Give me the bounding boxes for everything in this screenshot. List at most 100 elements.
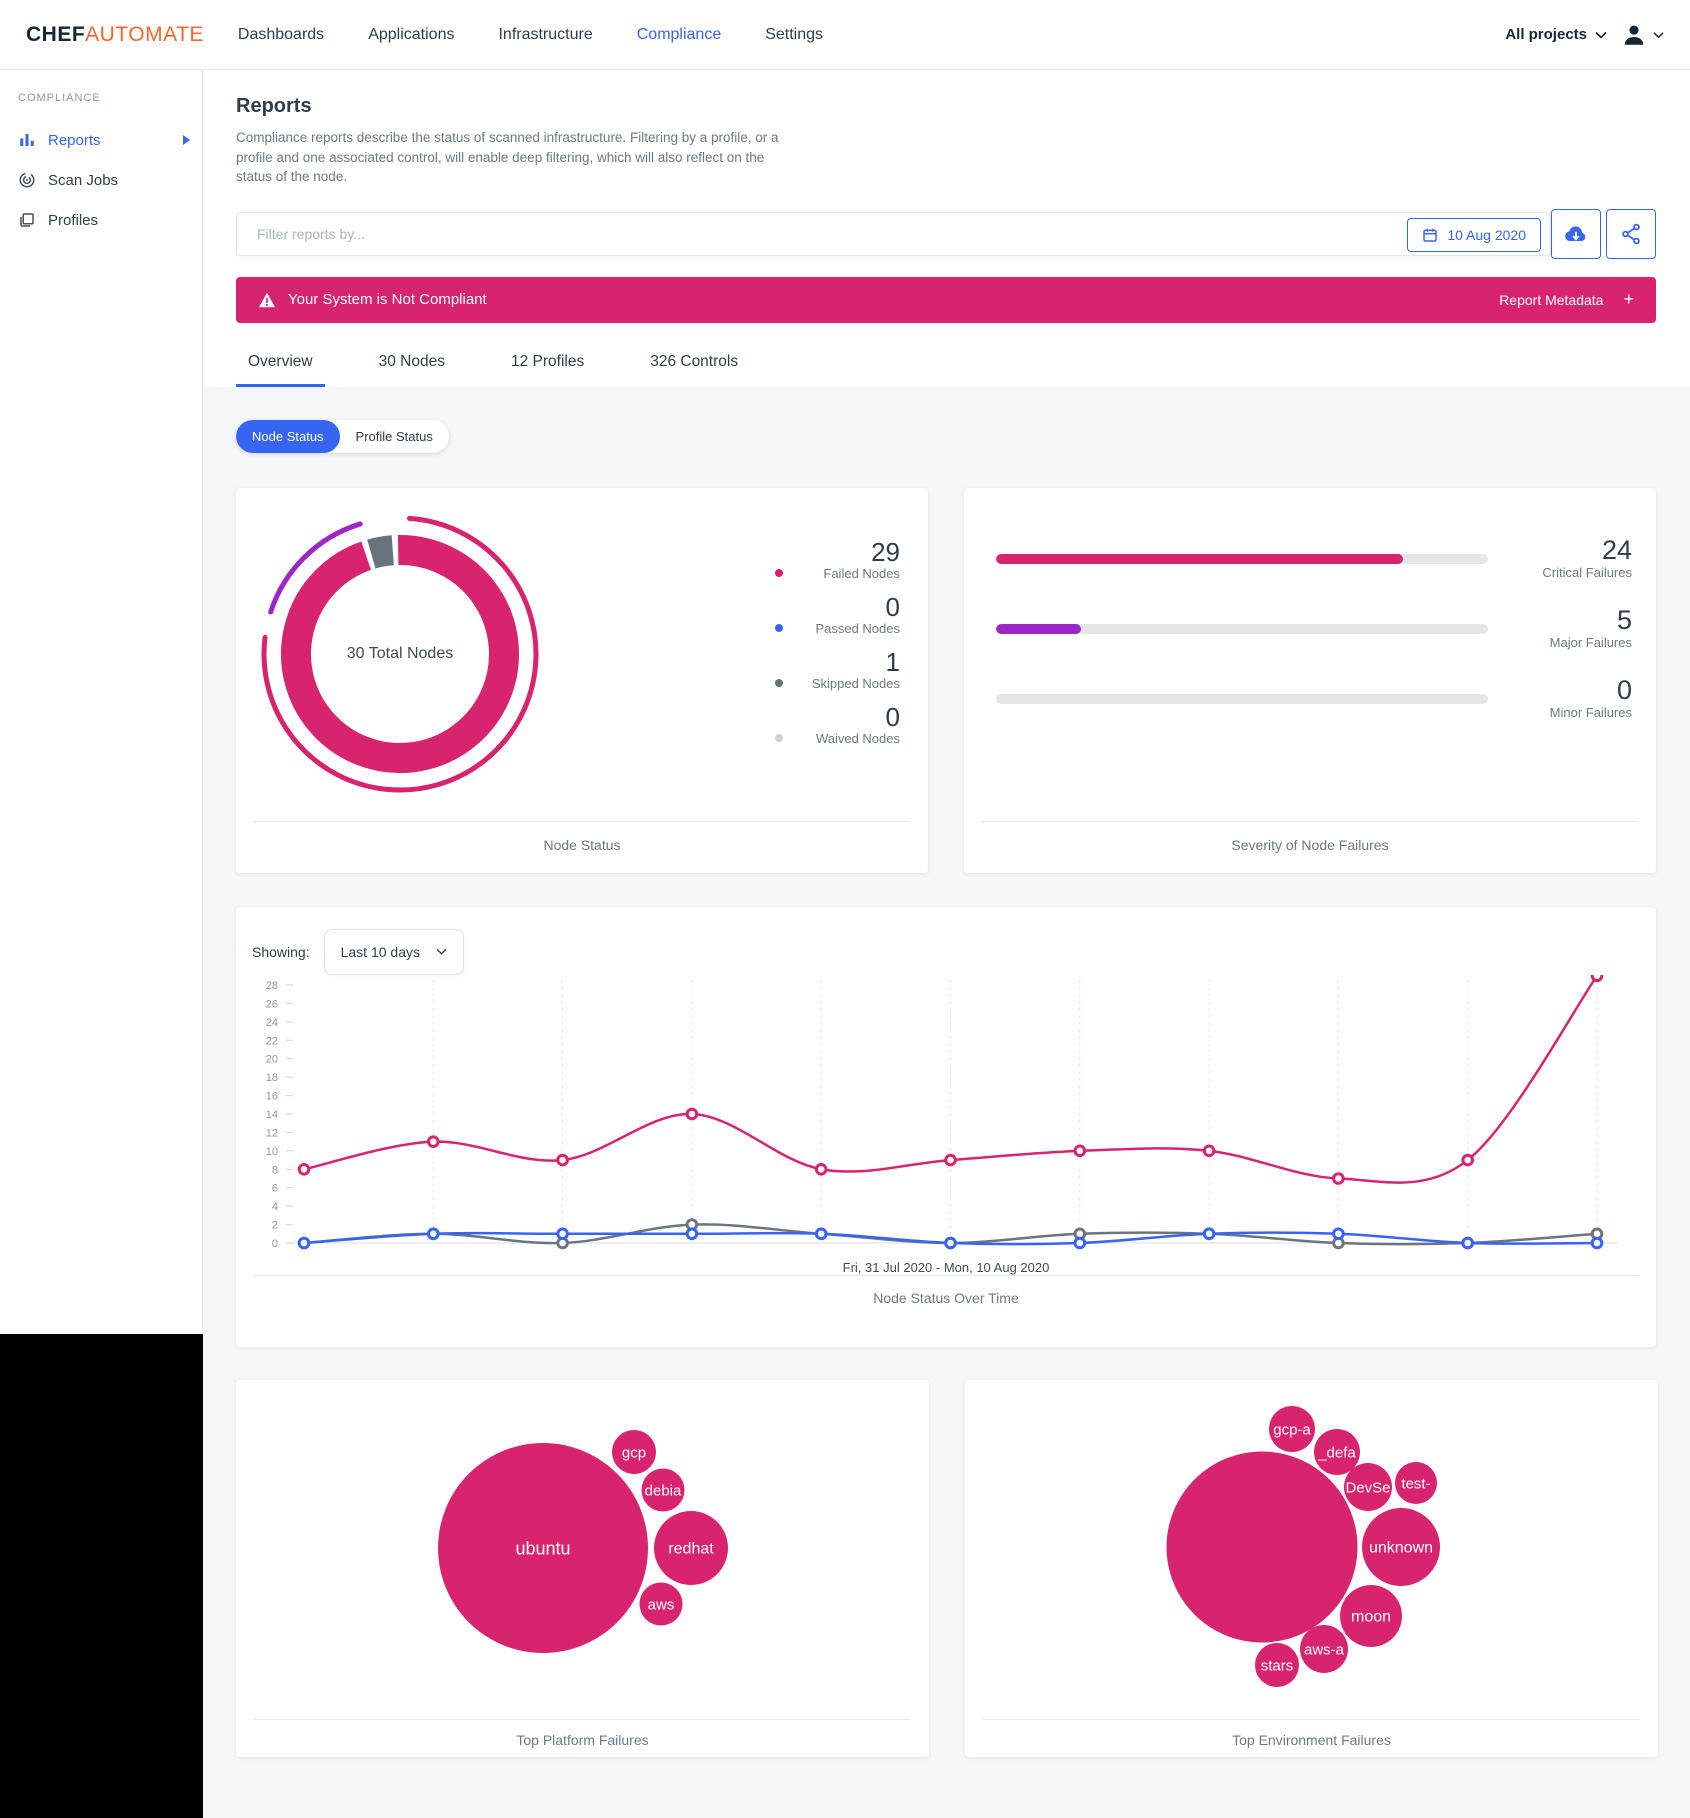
bubble-aws[interactable]: aws [640,1582,683,1625]
bubble-gcp[interactable]: gcp [612,1430,656,1474]
projects-dropdown[interactable]: All projects [1505,26,1607,43]
svg-text:8: 8 [272,1164,278,1176]
bubble-debia[interactable]: debia [642,1468,685,1511]
bubble-DevSe[interactable]: DevSe [1344,1463,1392,1511]
tab-overview[interactable]: Overview [236,343,325,387]
severity-bar-track [996,554,1488,564]
bubble-gcp-a[interactable]: gcp-a [1269,1406,1315,1452]
sidebar-item-label: Reports [48,132,101,149]
date-picker-button[interactable]: 10 Aug 2020 [1407,218,1541,252]
toggle-node-status[interactable]: Node Status [236,420,340,453]
legend-label: Passed Nodes [815,621,900,637]
bubble-label: _defa [1317,1444,1356,1461]
bubble-aws-a[interactable]: aws-a [1300,1625,1348,1673]
severity-value: 0 [1617,676,1632,705]
dashboard-area: Node StatusProfile Status 30 Total Nodes… [203,387,1690,1818]
main-content: Reports Compliance reports describe the … [203,70,1690,1818]
report-metadata-label: Report Metadata [1499,292,1603,308]
toggle-profile-status[interactable]: Profile Status [340,420,449,453]
warning-icon [258,292,276,308]
severity-label: Minor Failures [1550,705,1632,721]
environment-failures-bubble-chart[interactable]: gcp-a_defa DevSe test-unknown moonaws-a star… [965,1380,1658,1714]
bubble-ubuntu[interactable]: ubuntu [438,1443,648,1653]
bubble-label: moon [1351,1608,1391,1625]
logo-automate: AUTOMATE [85,23,204,47]
tab-30-nodes[interactable]: 30 Nodes [367,343,457,387]
svg-text:12: 12 [266,1127,278,1139]
svg-text:14: 14 [266,1109,278,1121]
legend-row-passed-nodes: 0Passed Nodes [775,593,900,637]
legend-label: Failed Nodes [823,566,900,582]
svg-text:16: 16 [266,1090,278,1102]
bubble-_defa[interactable]: _defa [1314,1429,1360,1475]
report-tabs: Overview 30 Nodes 12 Profiles 326 Controls [236,343,1656,387]
sidebar: COMPLIANCE Reports Scan Jobs Profiles [0,70,203,1334]
bubble-label: stars [1261,1657,1294,1674]
legend-dot-icon [775,624,783,632]
bubble-unlabeled[interactable] [1167,1451,1358,1642]
top-nav: CHEFAUTOMATE Dashboards Applications Infra… [0,0,1690,70]
compliance-alert-banner: Your System is Not Compliant Report Meta… [236,277,1656,323]
bubble-test-[interactable]: test- [1395,1462,1437,1504]
user-menu[interactable] [1621,22,1664,48]
bubble-label: debia [645,1482,682,1499]
sidebar-item-label: Scan Jobs [48,172,118,189]
legend-label: Skipped Nodes [812,676,900,692]
bubble-redhat[interactable]: redhat [654,1511,728,1585]
severity-label: Major Failures [1550,635,1632,651]
share-report-button[interactable] [1606,209,1656,259]
bubble-label: test- [1401,1475,1430,1492]
bubble-stars[interactable]: stars [1255,1643,1299,1687]
chef-automate-logo[interactable]: CHEFAUTOMATE [26,23,204,47]
nav-item-compliance[interactable]: Compliance [637,26,721,44]
severity-bar-fill [996,554,1403,564]
bubble-unknown[interactable]: unknown [1362,1508,1440,1586]
page-description: Compliance reports describe the status o… [236,128,802,187]
severity-bar-fill [996,624,1081,634]
node-status-line-chart[interactable]: 0246810121416182022242628 [236,975,1654,1260]
node-status-donut-chart[interactable] [260,514,540,794]
filter-reports-input[interactable]: Filter reports by... 10 Aug 2020 [236,212,1551,256]
bubble-label: aws [648,1596,675,1613]
legend-label: Waived Nodes [816,731,900,747]
report-metadata-toggle[interactable]: Report Metadata + [1499,289,1634,310]
chevron-down-icon [436,948,447,955]
svg-text:18: 18 [266,1072,278,1084]
environment-card-title: Top Environment Failures [983,1719,1640,1762]
download-report-button[interactable] [1551,209,1601,259]
caret-right-icon [182,132,190,149]
legend-value: 1 [886,648,900,676]
status-toggle: Node StatusProfile Status [236,420,449,453]
sidebar-item-profiles[interactable]: Profiles [18,200,202,240]
legend-dot-icon [775,569,783,577]
node-status-legend: 29Failed Nodes0Passed Nodes1Skipped Node… [775,538,900,758]
node-status-card-title: Node Status [254,821,910,873]
nav-item-dashboards[interactable]: Dashboards [238,26,324,44]
bubble-moon[interactable]: moon [1340,1585,1402,1647]
date-range-select[interactable]: Last 10 days [324,929,464,975]
svg-text:4: 4 [272,1201,278,1213]
sidebar-section-label: COMPLIANCE [18,92,202,104]
tab-12-profiles[interactable]: 12 Profiles [499,343,596,387]
top-platform-failures-card: ubuntugcpdebiaredhataws Top Platform Fai… [236,1380,929,1757]
sidebar-item-scan-jobs[interactable]: Scan Jobs [18,160,202,200]
plus-icon: + [1623,289,1634,310]
nav-item-settings[interactable]: Settings [765,26,823,44]
nav-item-infrastructure[interactable]: Infrastructure [498,26,592,44]
sidebar-item-label: Profiles [48,212,98,229]
tab-326-controls[interactable]: 326 Controls [638,343,750,387]
profiles-icon [18,211,36,229]
svg-text:28: 28 [266,980,278,992]
svg-text:22: 22 [266,1035,278,1047]
node-status-card: 30 Total Nodes 29Failed Nodes0Passed Nod… [236,488,928,873]
platform-failures-bubble-chart[interactable]: ubuntugcp debia redhat aws [236,1380,929,1714]
svg-text:10: 10 [266,1146,278,1158]
page-title: Reports [236,95,1656,118]
date-range-value: Last 10 days [341,944,420,960]
logo-chef: CHEF [26,23,85,47]
sidebar-item-reports[interactable]: Reports [18,120,202,160]
projects-label: All projects [1505,26,1587,43]
nav-item-applications[interactable]: Applications [368,26,454,44]
legend-row-waived-nodes: 0Waived Nodes [775,703,900,747]
filter-row: Filter reports by... 10 Aug 2020 [236,209,1656,259]
